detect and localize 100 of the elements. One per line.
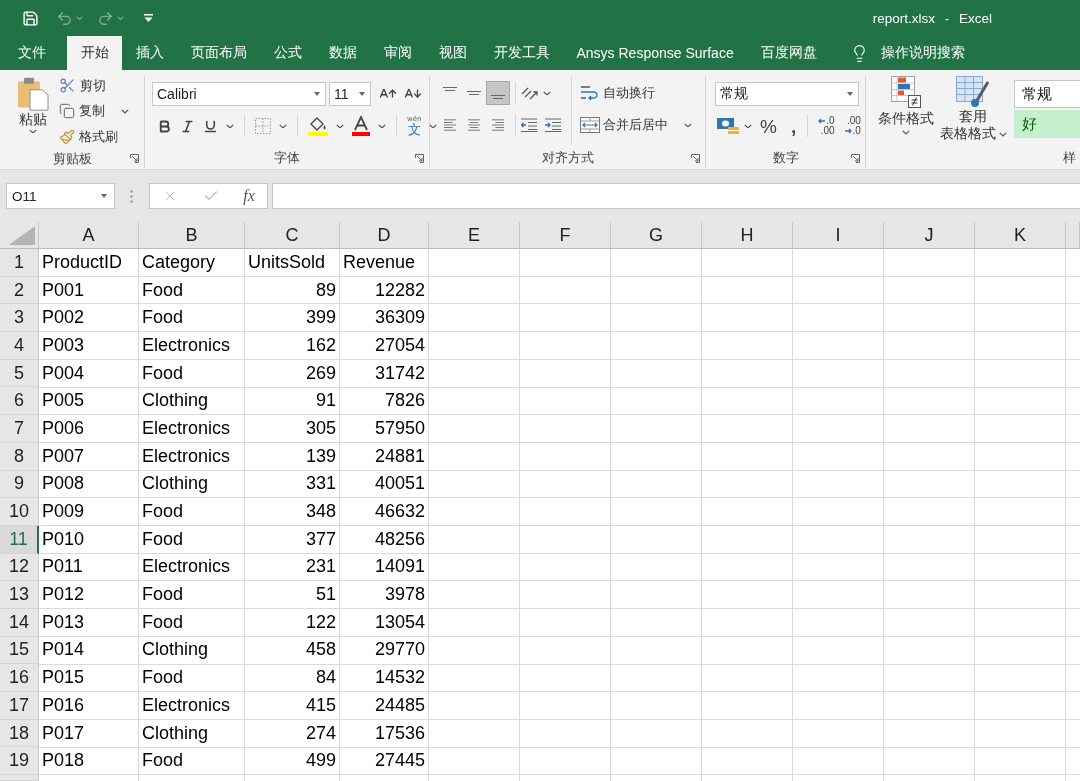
row-header[interactable]: 2 bbox=[0, 276, 39, 305]
row-header[interactable]: 3 bbox=[0, 304, 39, 333]
cell-style-option[interactable]: 好 bbox=[1014, 110, 1080, 138]
name-box[interactable]: O11 bbox=[6, 183, 115, 209]
ribbon-tab[interactable]: 数据 bbox=[315, 36, 370, 70]
money-icon[interactable] bbox=[717, 117, 739, 135]
row-header[interactable]: 14 bbox=[0, 608, 39, 637]
copy-button[interactable]: 复制 bbox=[59, 102, 105, 121]
ribbon-tab[interactable]: 文件 bbox=[4, 36, 59, 70]
caret-icon[interactable] bbox=[847, 92, 853, 96]
column-header[interactable]: H bbox=[702, 222, 793, 249]
caret-icon[interactable] bbox=[429, 123, 438, 129]
column-header[interactable]: J bbox=[884, 222, 975, 249]
borders-icon[interactable] bbox=[255, 118, 271, 134]
row-header[interactable]: 19 bbox=[0, 747, 39, 776]
caret-icon[interactable] bbox=[101, 194, 107, 198]
conditional-format-button[interactable]: 条件格式 bbox=[878, 76, 934, 135]
formula-input[interactable] bbox=[272, 183, 1080, 209]
caret-icon[interactable] bbox=[279, 123, 287, 129]
underline-icon[interactable] bbox=[203, 118, 218, 134]
insert-function-button[interactable]: fx bbox=[243, 187, 255, 205]
italic-icon[interactable] bbox=[180, 118, 195, 134]
menu-caret-icon[interactable] bbox=[144, 14, 153, 22]
paste-button[interactable]: 粘贴 bbox=[13, 77, 53, 134]
decrease-indent-icon[interactable] bbox=[521, 118, 537, 132]
table-cell-text: P003 bbox=[41, 333, 86, 357]
caret-icon[interactable] bbox=[543, 90, 551, 96]
column-header[interactable]: E bbox=[429, 222, 520, 249]
number-format-combo[interactable]: 常规 bbox=[715, 82, 859, 106]
dialog-launcher-icon[interactable] bbox=[691, 153, 700, 163]
ribbon-tab[interactable]: 视图 bbox=[425, 36, 480, 70]
increase-decimal-button[interactable]: .0 .00 bbox=[818, 116, 835, 136]
row-header[interactable]: 1 bbox=[0, 249, 39, 277]
caret-icon[interactable] bbox=[29, 128, 37, 134]
caret-icon[interactable] bbox=[744, 123, 752, 129]
font-color-icon[interactable] bbox=[352, 116, 370, 136]
row-header[interactable]: 6 bbox=[0, 387, 39, 416]
row-header[interactable]: 9 bbox=[0, 470, 39, 499]
row-header[interactable]: 5 bbox=[0, 359, 39, 388]
column-header[interactable]: F bbox=[520, 222, 611, 249]
bold-icon[interactable] bbox=[157, 118, 172, 134]
row-header[interactable]: 16 bbox=[0, 664, 39, 692]
row-header[interactable]: 11 bbox=[0, 525, 39, 554]
format-as-table-button[interactable]: 套用 表格格式 bbox=[938, 76, 1008, 143]
caret-icon[interactable] bbox=[359, 92, 365, 96]
tell-me-search[interactable]: 操作说明搜索 bbox=[850, 36, 966, 70]
ribbon-tab[interactable]: 开始 bbox=[67, 36, 122, 70]
row-header[interactable]: 12 bbox=[0, 553, 39, 582]
font-name-combo[interactable]: Calibri bbox=[152, 82, 326, 106]
cut-button[interactable]: 剪切 bbox=[59, 76, 106, 95]
caret-icon[interactable] bbox=[684, 122, 692, 128]
caret-icon[interactable] bbox=[314, 92, 320, 96]
ribbon-tab[interactable]: 公式 bbox=[260, 36, 315, 70]
dialog-launcher-icon[interactable] bbox=[415, 153, 424, 163]
row-header[interactable]: 17 bbox=[0, 692, 39, 720]
row-header[interactable]: 8 bbox=[0, 442, 39, 471]
dialog-launcher-icon[interactable] bbox=[130, 154, 139, 164]
save-icon[interactable] bbox=[22, 9, 39, 27]
row-header[interactable]: 4 bbox=[0, 332, 39, 360]
caret-icon[interactable] bbox=[226, 123, 234, 129]
dialog-launcher-icon[interactable] bbox=[851, 153, 860, 163]
ribbon-tab[interactable]: 审阅 bbox=[370, 36, 425, 70]
caret-icon[interactable] bbox=[902, 130, 910, 135]
ribbon-tab[interactable]: 开发工具 bbox=[480, 36, 563, 70]
row-header[interactable]: 13 bbox=[0, 581, 39, 609]
percent-button[interactable]: % bbox=[760, 116, 777, 136]
column-header[interactable]: K bbox=[975, 222, 1066, 249]
table-cell-text: P011 bbox=[41, 555, 84, 579]
drag-handle-icon[interactable] bbox=[130, 189, 133, 203]
caret-icon[interactable] bbox=[336, 123, 344, 129]
row-header[interactable]: 15 bbox=[0, 636, 39, 665]
align-bottom-button[interactable] bbox=[486, 81, 510, 105]
row-header[interactable]: 10 bbox=[0, 498, 39, 526]
increase-indent-icon[interactable] bbox=[545, 118, 561, 132]
font-size-combo[interactable]: 11 bbox=[329, 82, 371, 106]
column-header[interactable]: I bbox=[793, 222, 884, 249]
caret-icon[interactable] bbox=[998, 131, 1007, 137]
caret-icon[interactable] bbox=[378, 123, 386, 129]
caret-icon[interactable] bbox=[121, 108, 129, 114]
column-header[interactable]: C bbox=[245, 222, 340, 249]
column-header[interactable]: A bbox=[39, 222, 139, 249]
text-orientation-icon[interactable] bbox=[521, 86, 539, 100]
ribbon-tab[interactable]: 页面布局 bbox=[177, 36, 260, 70]
row-header[interactable]: 7 bbox=[0, 415, 39, 443]
fill-bucket-icon[interactable] bbox=[308, 116, 328, 136]
column-header[interactable]: G bbox=[611, 222, 702, 249]
column-header[interactable]: D bbox=[340, 222, 429, 249]
table-cell-text: 40051 bbox=[373, 472, 426, 496]
row-header[interactable]: 18 bbox=[0, 719, 39, 748]
column-header[interactable]: B bbox=[139, 222, 245, 249]
table-cell-text: Food bbox=[141, 306, 185, 330]
ribbon-tab[interactable]: 插入 bbox=[122, 36, 177, 70]
format-painter-button[interactable]: 格式刷 bbox=[59, 127, 118, 146]
comma-style-button[interactable]: , bbox=[790, 116, 797, 136]
wrap-text-button[interactable]: 自动换行 bbox=[580, 84, 655, 102]
ribbon-tab[interactable]: 百度网盘 bbox=[747, 36, 831, 70]
merge-center-button[interactable]: 合并后居中 bbox=[580, 116, 668, 134]
decrease-decimal-button[interactable]: .00 .0 bbox=[844, 116, 861, 136]
ribbon-tab[interactable]: Ansys Response Surface bbox=[563, 36, 748, 70]
cell-style-option[interactable]: 常规 bbox=[1014, 80, 1080, 108]
